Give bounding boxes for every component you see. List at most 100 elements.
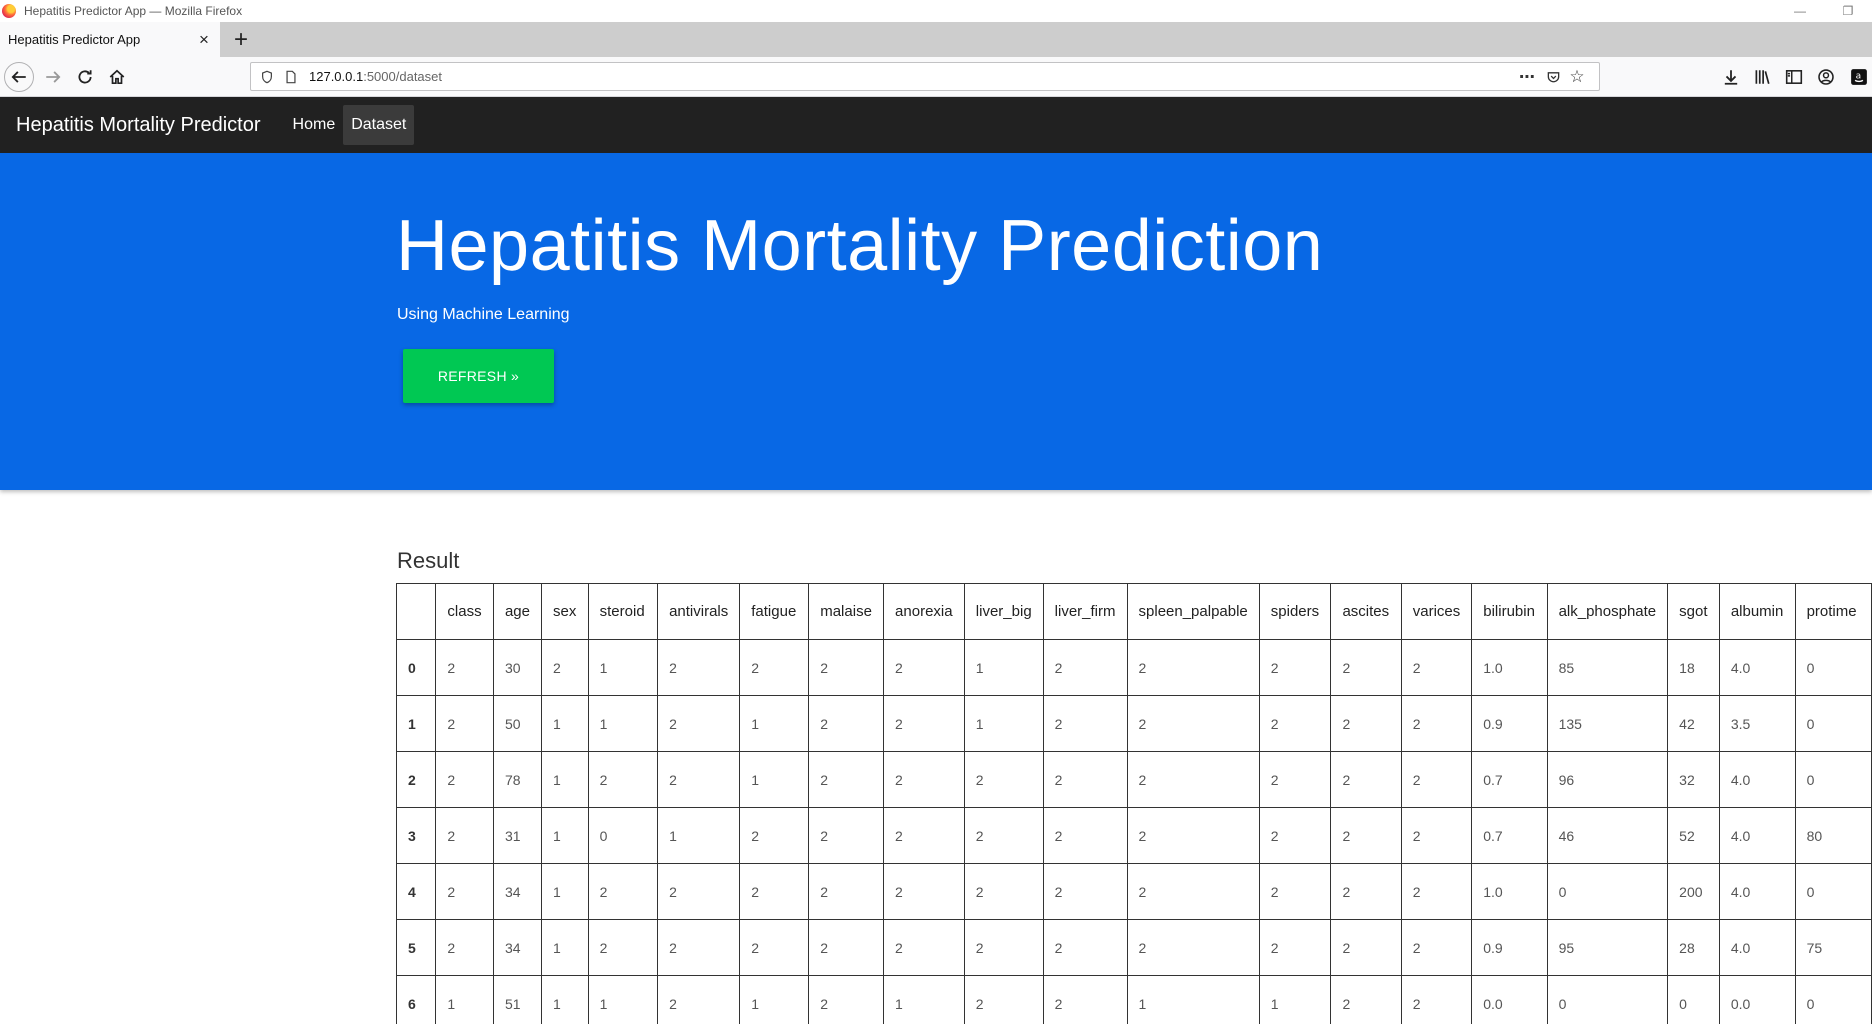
reload-icon[interactable] <box>71 63 99 91</box>
table-cell: 2 <box>657 695 741 752</box>
table-cell: 2 <box>808 807 885 864</box>
table-cell: 2 <box>1042 751 1128 808</box>
table-cell: 0.0 <box>1718 975 1796 1024</box>
close-icon[interactable]: × <box>196 31 212 48</box>
column-header: spleen_palpable <box>1126 583 1260 640</box>
column-header: protime <box>1794 583 1872 640</box>
result-table-container[interactable]: class age sex steroid antivirals fatigue malai… <box>396 583 1872 1024</box>
home-icon[interactable] <box>103 63 131 91</box>
table-cell: 2 <box>1126 863 1260 920</box>
table-cell: 1 <box>541 695 589 752</box>
navbar-brand[interactable]: Hepatitis Mortality Predictor <box>16 114 261 137</box>
table-cell: 0 <box>587 807 659 864</box>
row-index: 2 <box>396 751 437 808</box>
table-cell: 4.0 <box>1718 639 1796 696</box>
window-title: Hepatitis Predictor App — Mozilla Firefo… <box>24 4 243 18</box>
column-header: liver_firm <box>1042 583 1128 640</box>
table-cell: 2 <box>1042 695 1128 752</box>
library-icon[interactable] <box>1748 63 1776 91</box>
table-cell: 1 <box>541 863 589 920</box>
table-cell: 2 <box>1258 863 1332 920</box>
svg-text:a: a <box>1856 72 1862 82</box>
table-cell: 31 <box>492 807 543 864</box>
table-cell: 42 <box>1667 695 1720 752</box>
column-header: liver_big <box>963 583 1044 640</box>
table-cell: 2 <box>1042 863 1128 920</box>
table-cell: 2 <box>1330 919 1402 976</box>
table-cell: 1 <box>587 639 659 696</box>
table-cell: 2 <box>808 863 885 920</box>
table-cell: 1 <box>1126 975 1260 1024</box>
table-cell: 2 <box>963 863 1044 920</box>
table-cell: 2 <box>739 807 810 864</box>
column-header: spiders <box>1258 583 1332 640</box>
table-row: 3 2 31 1 0 1 2 2 2 2 2 2 2 2 2 0.7 46 52 4.0 80 <box>396 807 1872 864</box>
table-cell: 51 <box>492 975 543 1024</box>
table-row: 4 2 34 1 2 2 2 2 2 2 2 2 2 2 2 1.0 0 200 4.0 0 <box>396 863 1872 920</box>
restore-icon[interactable]: ❐ <box>1834 0 1862 22</box>
url-bar[interactable]: 127.0.0.1:5000/dataset ⋯ ☆ <box>250 62 1600 91</box>
column-header: ascites <box>1330 583 1402 640</box>
browser-tab[interactable]: Hepatitis Predictor App × <box>0 22 220 57</box>
table-cell: 2 <box>435 695 494 752</box>
table-cell: 2 <box>739 863 810 920</box>
table-cell: 2 <box>808 639 885 696</box>
column-header: anorexia <box>883 583 965 640</box>
table-cell: 2 <box>435 919 494 976</box>
download-icon[interactable] <box>1717 63 1745 91</box>
column-header: varices <box>1400 583 1473 640</box>
table-cell: 2 <box>739 919 810 976</box>
refresh-button[interactable]: REFRESH » <box>403 349 554 403</box>
forward-arrow-icon[interactable] <box>39 63 67 91</box>
table-cell: 1 <box>883 975 965 1024</box>
url-host: 127.0.0.1 <box>309 69 364 84</box>
table-cell: 2 <box>808 751 885 808</box>
table-cell: 0.0 <box>1471 975 1548 1024</box>
pocket-icon[interactable] <box>1543 67 1563 87</box>
table-cell: 95 <box>1546 919 1669 976</box>
table-cell: 1 <box>541 751 589 808</box>
table-cell: 1.0 <box>1471 639 1548 696</box>
table-cell: 2 <box>808 919 885 976</box>
table-cell: 34 <box>492 863 543 920</box>
table-cell: 2 <box>657 919 741 976</box>
table-cell: 2 <box>1400 807 1473 864</box>
table-row: 5 2 34 1 2 2 2 2 2 2 2 2 2 2 2 0.9 95 28 4.0 75 <box>396 919 1872 976</box>
table-cell: 2 <box>1400 751 1473 808</box>
table-cell: 2 <box>1330 695 1402 752</box>
table-cell: 2 <box>435 751 494 808</box>
table-cell: 1 <box>435 975 494 1024</box>
row-index: 4 <box>396 863 437 920</box>
table-cell: 2 <box>883 807 965 864</box>
tab-title: Hepatitis Predictor App <box>8 32 141 47</box>
table-cell: 2 <box>1400 695 1473 752</box>
column-header: fatigue <box>739 583 810 640</box>
result-table: class age sex steroid antivirals fatigue malai… <box>396 583 1872 1024</box>
table-cell: 1 <box>739 695 810 752</box>
table-cell: 1 <box>587 695 659 752</box>
table-cell: 2 <box>657 975 741 1024</box>
minimize-icon[interactable]: — <box>1786 0 1814 22</box>
table-header-row: class age sex steroid antivirals fatigue malai… <box>396 583 1872 640</box>
table-cell: 2 <box>963 751 1044 808</box>
table-cell: 2 <box>883 639 965 696</box>
shield-icon[interactable] <box>259 69 275 85</box>
page-icon[interactable] <box>283 69 299 85</box>
back-arrow-icon[interactable] <box>4 62 34 92</box>
account-icon[interactable] <box>1812 63 1840 91</box>
nav-link-home[interactable]: Home <box>285 105 344 145</box>
amazon-extension-icon[interactable]: a <box>1845 63 1872 91</box>
row-index: 6 <box>396 975 437 1024</box>
more-actions-icon[interactable]: ⋯ <box>1517 67 1537 87</box>
table-cell: 0 <box>1546 975 1669 1024</box>
nav-link-dataset[interactable]: Dataset <box>343 105 415 145</box>
table-cell: 2 <box>883 751 965 808</box>
new-tab-icon[interactable]: + <box>228 22 254 57</box>
table-cell: 2 <box>657 863 741 920</box>
column-header: malaise <box>808 583 885 640</box>
bookmark-star-icon[interactable]: ☆ <box>1567 67 1587 87</box>
result-heading: Result <box>397 548 460 573</box>
hero-title: Hepatitis Mortality Prediction <box>396 206 1324 286</box>
sidebar-icon[interactable] <box>1780 63 1808 91</box>
table-cell: 46 <box>1546 807 1669 864</box>
